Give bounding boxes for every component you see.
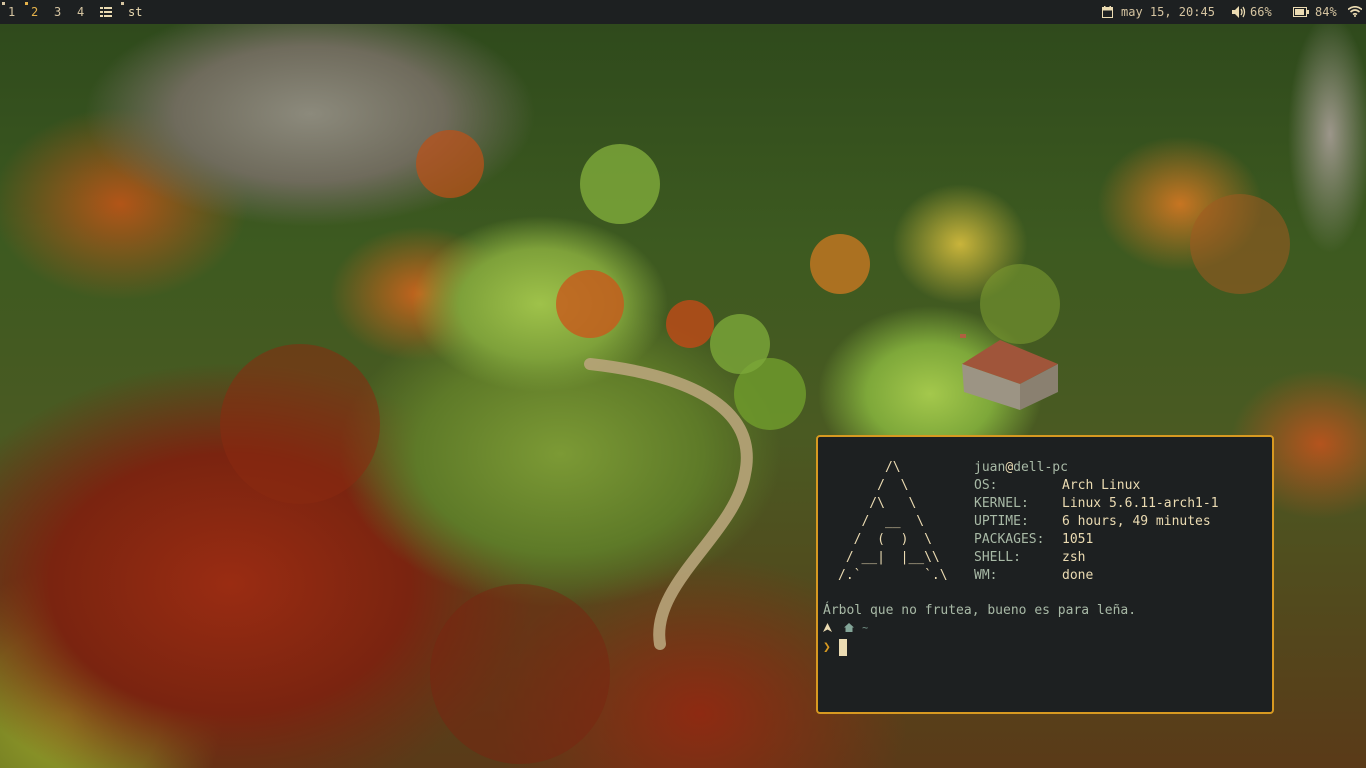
username: juan [974, 460, 1006, 475]
date-time: may 15, 20:45 [1121, 5, 1215, 19]
info-row-shell: SHELL: zsh [974, 549, 1219, 567]
window-title: st [128, 5, 143, 19]
speaker-icon [1232, 6, 1246, 18]
window-indicator [121, 2, 124, 5]
workspace-label: 1 [8, 5, 16, 19]
at-sign: @ [1005, 460, 1014, 475]
arch-logo-icon [823, 623, 832, 632]
battery-indicator[interactable]: 84% [1293, 0, 1337, 24]
prompt-path: ~ [823, 623, 868, 634]
info-row-os: OS: Arch Linux [974, 477, 1219, 495]
info-row-uptime: UPTIME: 6 hours, 49 minutes [974, 513, 1219, 531]
prompt-symbol: ❯ [823, 640, 831, 655]
wifi-icon [1348, 6, 1362, 17]
info-key: PACKAGES: [974, 532, 1045, 547]
workspace-2[interactable]: 2 [25, 0, 39, 24]
tile-layout-icon[interactable] [100, 7, 112, 17]
info-value: Linux 5.6.11-arch1-1 [1062, 496, 1219, 511]
clock[interactable]: may 15, 20:45 [1102, 0, 1215, 24]
status-bar: 1 2 3 4 st may 15, 20:45 66% 84% [0, 0, 1366, 24]
info-value: zsh [1062, 550, 1086, 565]
info-row-wm: WM: done [974, 567, 1219, 585]
info-key: SHELL: [974, 550, 1021, 565]
info-value: Arch Linux [1062, 478, 1141, 493]
occupied-indicator [25, 2, 28, 5]
workspace-label: 2 [31, 5, 39, 19]
user-host: juan@dell-pc [974, 459, 1219, 477]
info-row-kernel: KERNEL: Linux 5.6.11-arch1-1 [974, 495, 1219, 513]
fortune-quote: Árbol que no frutea, bueno es para leña. [823, 603, 1137, 618]
occupied-indicator [2, 2, 5, 5]
current-directory: ~ [862, 623, 869, 634]
stone-house [960, 334, 1058, 410]
info-key: UPTIME: [974, 514, 1029, 529]
terminal-window[interactable]: /\ / \ /\ \ / __ \ / ( ) \ / __| |__\\ /… [816, 435, 1274, 714]
info-value: 1051 [1062, 532, 1094, 547]
info-value: done [1062, 568, 1094, 583]
info-value: 6 hours, 49 minutes [1062, 514, 1211, 529]
battery-value: 84% [1315, 5, 1337, 19]
volume-value: 66% [1250, 5, 1272, 19]
battery-icon [1293, 7, 1309, 17]
command-prompt[interactable]: ❯ [823, 639, 847, 656]
workspace-3[interactable]: 3 [54, 0, 61, 24]
volume-indicator[interactable]: 66% [1232, 0, 1272, 24]
workspace-label: 4 [77, 5, 85, 19]
text-cursor [838, 639, 847, 656]
home-icon [844, 623, 855, 632]
info-key: WM: [974, 568, 998, 583]
calendar-icon [1102, 6, 1113, 18]
info-key: OS: [974, 478, 998, 493]
workspace-label: 3 [54, 5, 62, 19]
workspace-4[interactable]: 4 [77, 0, 84, 24]
system-info: juan@dell-pc OS: Arch Linux KERNEL: Linux … [974, 459, 1219, 585]
info-row-packages: PACKAGES: 1051 [974, 531, 1219, 549]
arch-ascii-logo: /\ / \ /\ \ / __ \ / ( ) \ / __| |__\\ /… [838, 460, 948, 583]
info-key: KERNEL: [974, 496, 1029, 511]
hostname: dell-pc [1013, 460, 1068, 475]
workspace-1[interactable]: 1 [2, 0, 16, 24]
